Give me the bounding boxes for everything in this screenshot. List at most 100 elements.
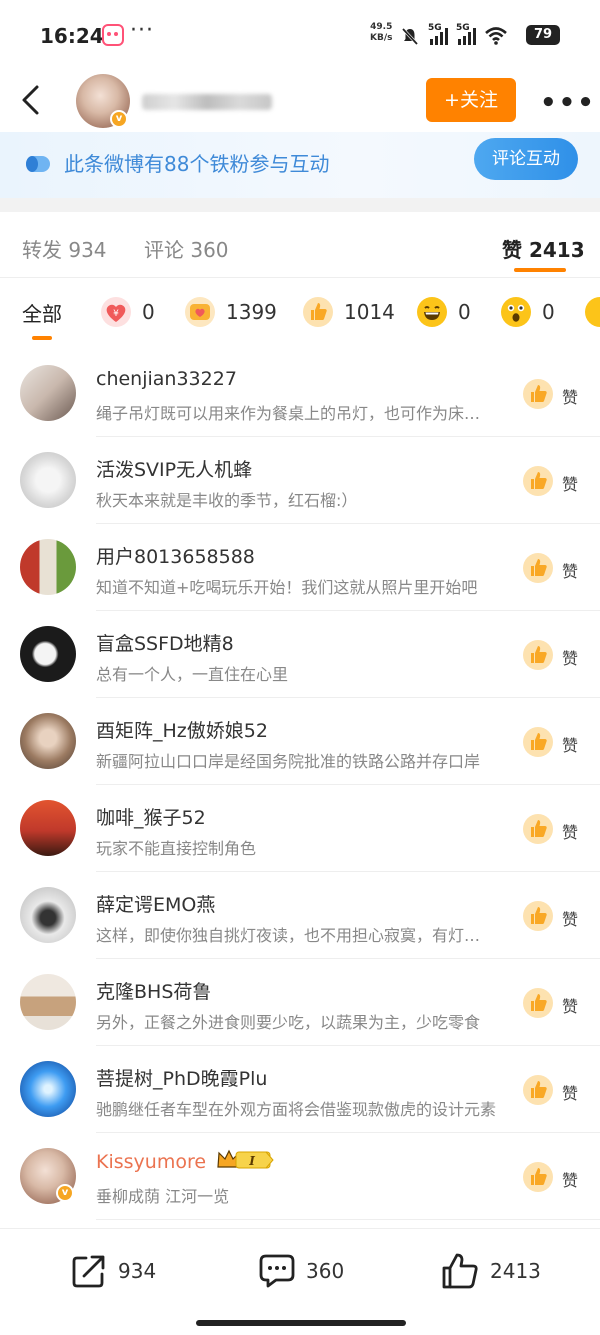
liker-list: chenjian33227 绳子吊灯既可以用来作为餐桌上的吊灯，也可作为床头灯。… — [0, 350, 600, 1220]
fan-pill-icon — [26, 156, 50, 172]
like-thumb-icon[interactable] — [522, 726, 554, 758]
comment-count: 360 — [306, 1259, 345, 1283]
liker-row[interactable]: 用户8013658588 知道不知道+吃喝玩乐开始！我们这就从照片里开始吧 赞 — [0, 524, 600, 611]
liker-comment: 新疆阿拉山口口岸是经国务院批准的铁路公路并存口岸 — [96, 752, 481, 771]
like-count: 2413 — [490, 1259, 541, 1283]
liker-avatar[interactable] — [20, 974, 76, 1030]
liker-name[interactable]: 用户8013658588 — [96, 542, 255, 569]
like-label[interactable]: 赞 — [562, 732, 578, 756]
banner-text: 此条微博有88个铁粉参与互动 — [64, 152, 330, 176]
liker-name[interactable]: 薛定谔EMO燕 — [96, 890, 215, 917]
like-thumb-icon[interactable] — [522, 1161, 554, 1193]
reaction-filter-thumbs-up[interactable]: 1014 — [302, 296, 395, 328]
like-label[interactable]: 赞 — [562, 384, 578, 408]
like-label[interactable]: 赞 — [562, 993, 578, 1017]
liker-avatar[interactable] — [20, 626, 76, 682]
back-arrow-icon[interactable] — [18, 82, 48, 118]
follow-button[interactable]: +关注 — [426, 78, 516, 122]
reaction-filter-heart-card[interactable]: 1399 — [184, 296, 277, 328]
liker-name[interactable]: 盲盒SSFD地精8 — [96, 629, 234, 656]
share-icon — [72, 1255, 105, 1288]
like-label[interactable]: 赞 — [562, 819, 578, 843]
liker-name[interactable]: 菩提树_PhD晚霞Plu — [96, 1064, 267, 1091]
like-label[interactable]: 赞 — [562, 558, 578, 582]
liker-row[interactable]: v Kissyumore I 垂柳成荫 江河一览 赞 — [0, 1133, 600, 1220]
reaction-filter-more[interactable] — [584, 296, 600, 328]
liker-row[interactable]: 菩提树_PhD晚霞Plu 驰鹏继任者车型在外观方面将会借鉴现款傲虎的设计元素 赞 — [0, 1046, 600, 1133]
active-tab-indicator — [514, 268, 566, 272]
liker-row[interactable]: 咖啡_猴子52 玩家不能直接控制角色 赞 — [0, 785, 600, 872]
like-label[interactable]: 赞 — [562, 645, 578, 669]
status-bar: 16:24 ··· 49.5 KB/s 5G 5G 79 — [0, 0, 600, 72]
like-label[interactable]: 赞 — [562, 1167, 578, 1191]
liker-comment: 这样，即使你独自挑灯夜读，也不用担心寂寞，有灯陪着你 — [96, 926, 496, 945]
liker-name[interactable]: 克隆BHS荷鲁 — [96, 977, 211, 1004]
liker-comment: 驰鹏继任者车型在外观方面将会借鉴现款傲虎的设计元素 — [96, 1100, 496, 1119]
liker-comment: 绳子吊灯既可以用来作为餐桌上的吊灯，也可作为床头灯。 — [96, 404, 496, 423]
author-name-blurred[interactable] — [142, 94, 272, 110]
liker-avatar[interactable] — [20, 365, 76, 421]
comment-interact-button[interactable]: 评论互动 — [474, 138, 578, 180]
liker-comment: 另外，正餐之外进食则要少吃，以蔬果为主，少吃零食 — [96, 1013, 481, 1032]
section-divider — [0, 198, 600, 212]
thumbs-up-outline-icon — [442, 1253, 478, 1289]
verified-badge-icon: v — [110, 110, 128, 128]
liker-name[interactable]: 活泼SVIP无人机蜂 — [96, 455, 252, 482]
liker-avatar[interactable] — [20, 713, 76, 769]
like-thumb-icon[interactable] — [522, 552, 554, 584]
like-thumb-icon[interactable] — [522, 378, 554, 410]
smiling-face-icon — [585, 297, 600, 327]
comment-button[interactable]: 360 — [258, 1251, 344, 1291]
liker-avatar[interactable] — [20, 452, 76, 508]
liker-row[interactable]: 薛定谔EMO燕 这样，即使你独自挑灯夜读，也不用担心寂寞，有灯陪着你 赞 — [0, 872, 600, 959]
liker-avatar[interactable] — [20, 800, 76, 856]
liker-name[interactable]: chenjian33227 — [96, 368, 237, 390]
reaction-filter-laugh[interactable]: 0 — [416, 296, 471, 328]
signal-sim1-icon: 5G — [428, 23, 448, 45]
liker-row[interactable]: 酉矩阵_Hz傲娇娘52 新疆阿拉山口口岸是经国务院批准的铁路公路并存口岸 赞 — [0, 698, 600, 785]
liker-name[interactable]: Kissyumore — [96, 1151, 206, 1173]
like-label[interactable]: 赞 — [562, 471, 578, 495]
liker-row[interactable]: 克隆BHS荷鲁 另外，正餐之外进食则要少吃，以蔬果为主，少吃零食 赞 — [0, 959, 600, 1046]
bottom-action-bar: 934 360 2413 — [0, 1228, 600, 1314]
post-header: v +关注 ••• — [0, 72, 600, 132]
like-label[interactable]: 赞 — [562, 906, 578, 930]
liker-row[interactable]: 盲盒SSFD地精8 总有一个人，一直住在心里 赞 — [0, 611, 600, 698]
like-thumb-icon[interactable] — [522, 987, 554, 1019]
tab-likes[interactable]: 赞 2413 — [502, 234, 585, 263]
heart-money-icon: ¥ — [101, 297, 131, 327]
liker-comment: 垂柳成荫 江河一览 — [96, 1187, 230, 1206]
reaction-filter-all[interactable]: 全部 — [22, 296, 62, 328]
like-thumb-icon[interactable] — [522, 1074, 554, 1106]
battery-indicator: 79 — [526, 25, 560, 45]
reaction-filter-heart-money[interactable]: ¥ 0 — [100, 296, 155, 328]
more-options-icon[interactable]: ••• — [540, 88, 596, 118]
heart-card-icon — [185, 297, 215, 327]
like-thumb-icon[interactable] — [522, 639, 554, 671]
like-button[interactable]: 2413 — [440, 1251, 541, 1291]
liker-name[interactable]: 咖啡_猴子52 — [96, 803, 206, 830]
reaction-filter-row: 全部 ¥ 0 1399 1014 0 0 — [0, 278, 600, 348]
tab-comments[interactable]: 评论 360 — [144, 234, 229, 263]
liker-avatar[interactable] — [20, 539, 76, 595]
crown-vip-badge-icon: I — [217, 1149, 274, 1169]
mute-bell-icon — [401, 27, 419, 46]
liker-avatar[interactable] — [20, 887, 76, 943]
signal-sim2-icon: 5G — [456, 23, 476, 45]
tab-reposts[interactable]: 转发 934 — [22, 234, 107, 263]
liker-name[interactable]: 酉矩阵_Hz傲娇娘52 — [96, 716, 268, 743]
like-thumb-icon[interactable] — [522, 900, 554, 932]
verified-badge-icon: v — [56, 1184, 74, 1202]
home-indicator — [196, 1320, 406, 1326]
svg-text:I: I — [248, 1154, 255, 1168]
like-thumb-icon[interactable] — [522, 465, 554, 497]
liker-row[interactable]: chenjian33227 绳子吊灯既可以用来作为餐桌上的吊灯，也可作为床头灯。… — [0, 350, 600, 437]
reaction-filter-surprised[interactable]: 0 — [500, 296, 555, 328]
repost-button[interactable]: 934 — [70, 1251, 156, 1291]
like-thumb-icon[interactable] — [522, 813, 554, 845]
like-label[interactable]: 赞 — [562, 1080, 578, 1104]
liker-avatar[interactable] — [20, 1061, 76, 1117]
reaction-active-indicator — [32, 336, 52, 340]
liker-row[interactable]: 活泼SVIP无人机蜂 秋天本来就是丰收的季节，红石榴:） 赞 — [0, 437, 600, 524]
liker-comment: 知道不知道+吃喝玩乐开始！我们这就从照片里开始吧 — [96, 578, 478, 597]
